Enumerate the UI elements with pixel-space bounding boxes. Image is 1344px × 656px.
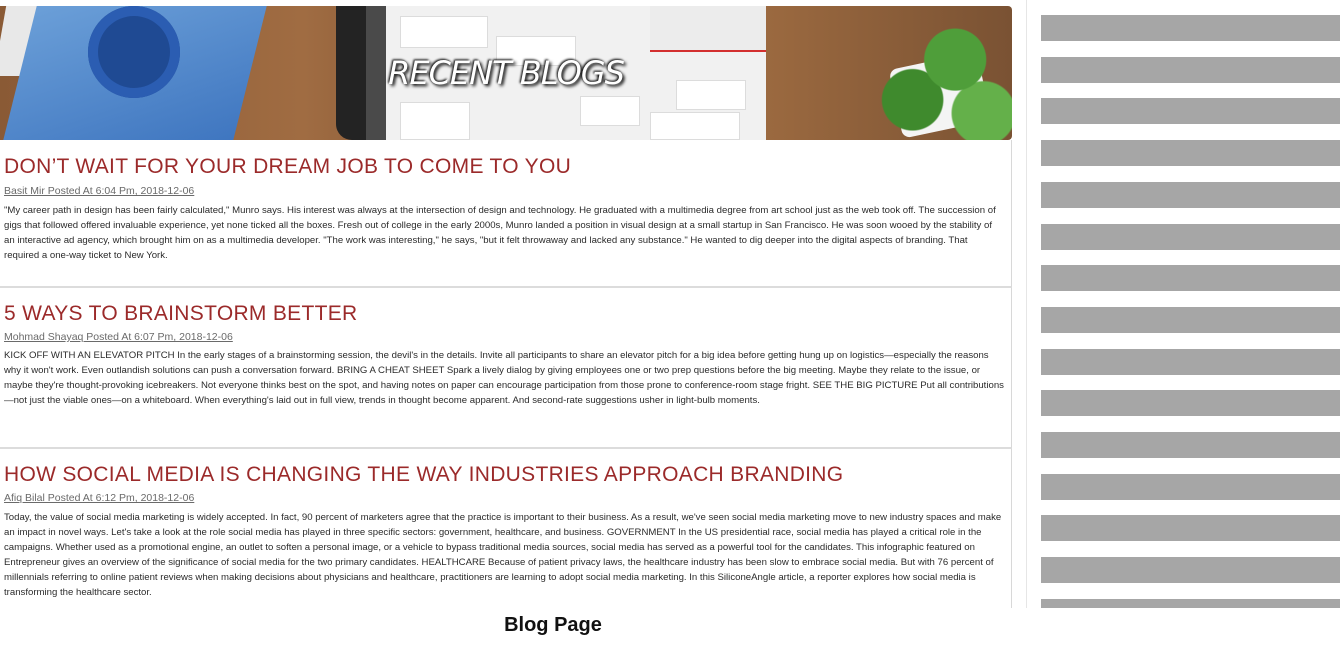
hero-banner: RECENT BLOGS [0, 6, 1012, 140]
sidebar-placeholder-bar [1041, 56, 1340, 83]
sidebar-placeholder-bar [1041, 306, 1340, 333]
post-list: DON’T WAIT FOR YOUR DREAM JOB TO COME TO… [0, 140, 1012, 608]
sidebar-placeholder-bar [1041, 348, 1340, 375]
sidebar-placeholder-bar [1041, 181, 1340, 208]
hero-tile [400, 102, 470, 140]
sidebar-placeholder-bar [1041, 390, 1340, 417]
post-title[interactable]: DON’T WAIT FOR YOUR DREAM JOB TO COME TO… [4, 155, 571, 179]
sidebar-placeholder-bar [1041, 265, 1340, 292]
post-title[interactable]: HOW SOCIAL MEDIA IS CHANGING THE WAY IND… [4, 463, 843, 487]
sidebar-placeholder-bar [1041, 140, 1340, 167]
sidebar [1026, 0, 1344, 608]
sidebar-placeholder-bar [1041, 15, 1340, 41]
hero-tile [400, 16, 488, 48]
post-card: DON’T WAIT FOR YOUR DREAM JOB TO COME TO… [0, 140, 1012, 288]
post-meta-link[interactable]: Afiq Bilal Posted At 6:12 Pm, 2018-12-06 [4, 492, 194, 504]
sidebar-placeholder-bar [1041, 598, 1340, 608]
post-title[interactable]: 5 WAYS TO BRAINSTORM BETTER [4, 302, 358, 326]
hero-tile [580, 96, 640, 126]
sidebar-placeholder-bar [1041, 557, 1340, 584]
post-card: 5 WAYS TO BRAINSTORM BETTER Mohmad Shaya… [0, 288, 1012, 449]
sidebar-placeholder-bar [1041, 223, 1340, 250]
post-meta-link[interactable]: Basit Mir Posted At 6:04 Pm, 2018-12-06 [4, 185, 194, 197]
post-body: KICK OFF WITH AN ELEVATOR PITCH In the e… [4, 350, 1004, 406]
sidebar-placeholder-bar [1041, 432, 1340, 458]
sidebar-placeholder-bar [1041, 473, 1340, 500]
hero-title: RECENT BLOGS [388, 54, 625, 92]
post-body: "My career path in design has been fairl… [4, 205, 996, 261]
hero-tile [650, 112, 740, 140]
hero-tablet-topbar [650, 6, 766, 52]
blog-page: RECENT BLOGS DON’T WAIT FOR YOUR DREAM J… [0, 0, 1344, 656]
page-caption: Blog Page [504, 614, 602, 636]
post-body: Today, the value of social media marketi… [4, 512, 1002, 598]
sidebar-placeholder-bar [1041, 98, 1340, 125]
post-card: HOW SOCIAL MEDIA IS CHANGING THE WAY IND… [0, 449, 1012, 608]
sidebar-placeholder-bar [1041, 515, 1340, 542]
post-meta-link[interactable]: Mohmad Shayaq Posted At 6:07 Pm, 2018-12… [4, 331, 233, 343]
